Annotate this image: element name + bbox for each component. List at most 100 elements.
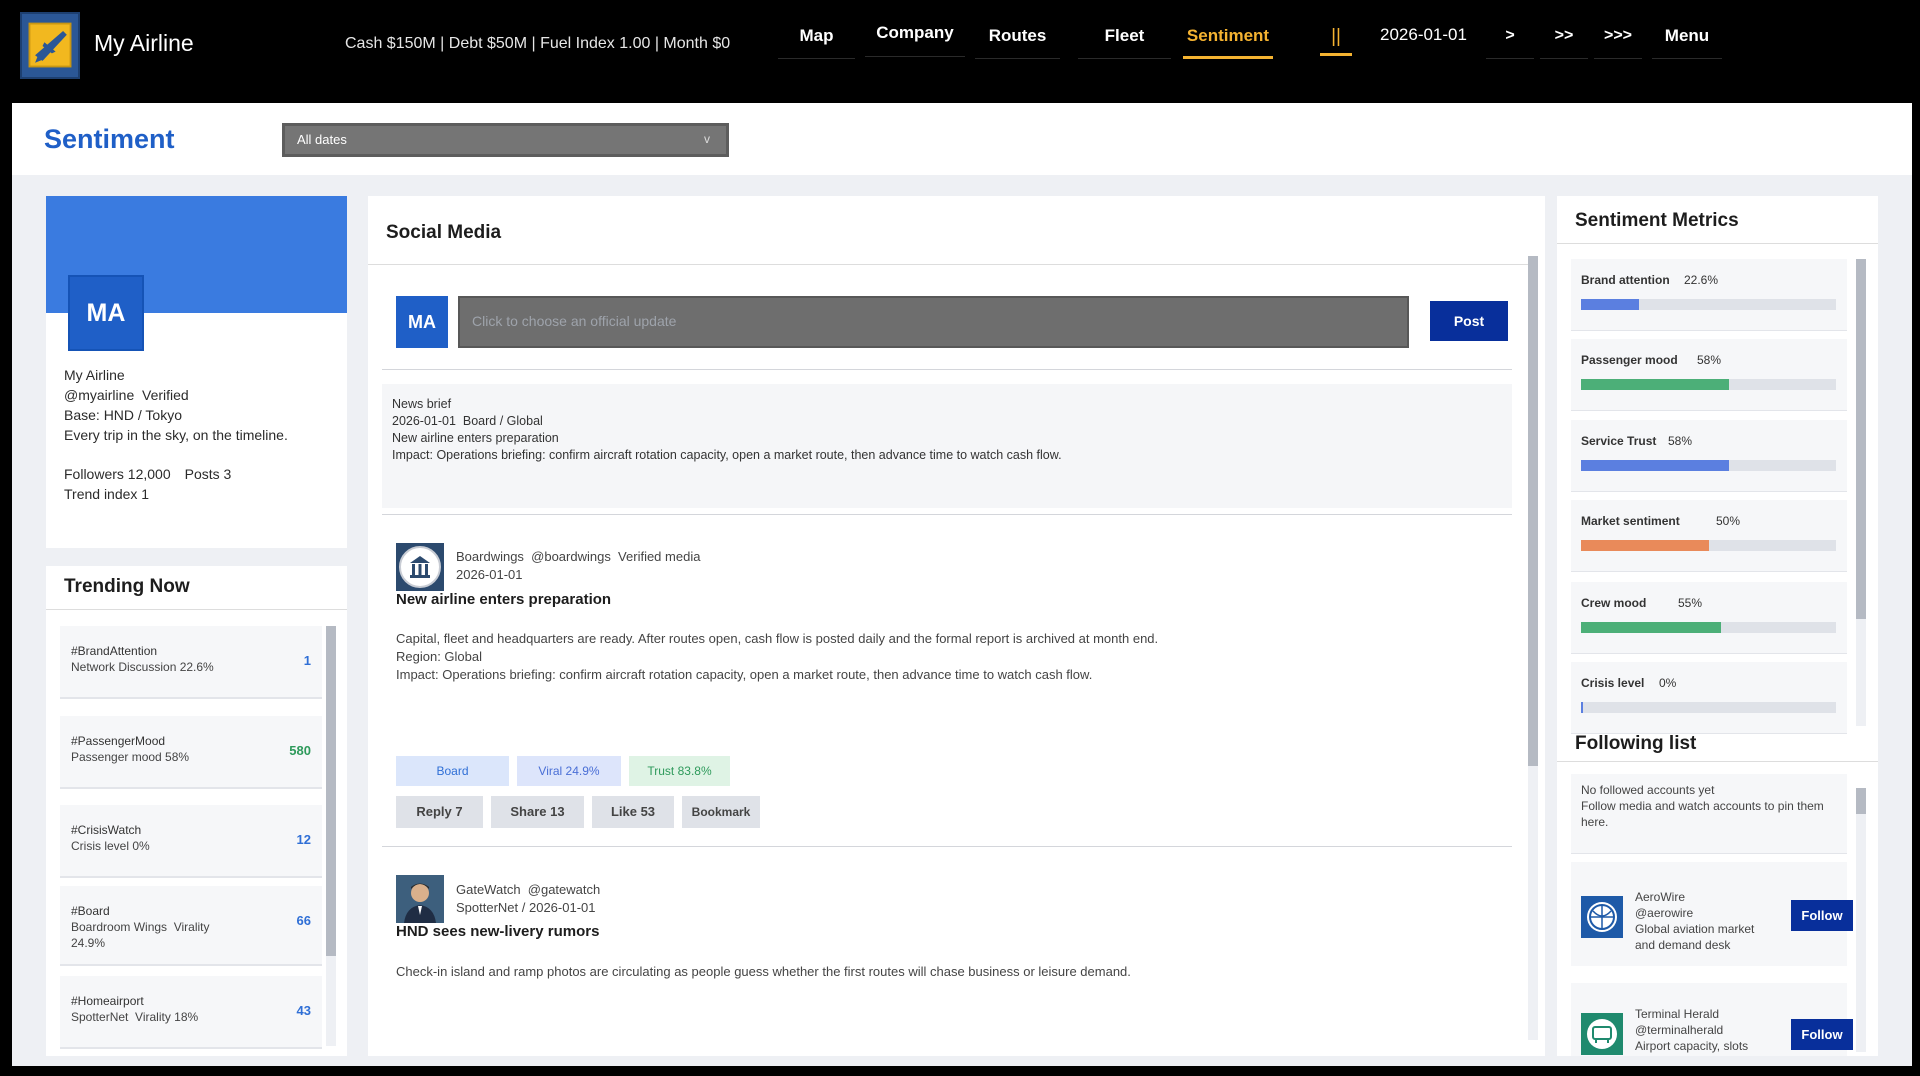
profile-name: My Airline [64,367,125,383]
following-scrollbar[interactable] [1856,788,1866,1052]
trending-count: 43 [296,1003,311,1018]
metric-market-sentiment: Market sentiment 50% [1571,500,1847,572]
profile-base: Base: HND / Tokyo [64,407,183,423]
post-button[interactable]: Post [1430,301,1508,341]
metric-bar [1581,379,1836,390]
nav-fleet[interactable]: Fleet [1078,25,1171,59]
profile-stats: Followers 12,000 Posts 3 Trend index 1 [64,464,231,504]
follow-button[interactable]: Follow [1791,900,1853,931]
profile-posts: Posts 3 [184,466,232,482]
scrollbar-thumb[interactable] [1528,256,1538,766]
post-region: Region: Global [396,649,482,664]
account-handle: @aerowire [1635,906,1694,920]
pause-button[interactable]: || [1320,26,1352,56]
post-body-text: Capital, fleet and headquarters are read… [396,631,1159,646]
scrollbar-thumb[interactable] [1856,788,1866,814]
post-meta: GateWatch @gatewatch SpotterNet / 2026-0… [456,881,600,917]
tag-board[interactable]: Board [396,756,509,786]
trending-detail: Network Discussion 22.6% [71,660,214,674]
metric-brand-attention: Brand attention 22.6% [1571,259,1847,331]
profile-card: MA My Airline @myairline Verified Base: … [46,196,347,548]
post-date: 2026-01-01 [456,567,523,582]
menu-button[interactable]: Menu [1652,25,1722,59]
nav-sentiment[interactable]: Sentiment [1183,25,1273,59]
trending-count: 12 [296,832,311,847]
like-button[interactable]: Like 53 [592,796,674,828]
post-body-text: Check-in island and ramp photos are circ… [396,964,1131,979]
date-filter-select[interactable]: All dates v [282,123,729,157]
metric-crisis-level: Crisis level 0% [1571,662,1847,734]
news-brief-impact: Impact: Operations briefing: confirm air… [392,448,1062,462]
trending-tag: #Board [71,904,110,918]
person-portrait-icon[interactable] [396,875,444,923]
trending-item[interactable]: #PassengerMood Passenger mood 58% 580 [60,716,322,789]
following-empty-state: No followed accounts yet Follow media an… [1571,774,1847,854]
speed-2-button[interactable]: >> [1540,25,1588,59]
metric-bar [1581,622,1836,633]
game-date: 2026-01-01 [1380,25,1467,44]
metric-bar [1581,702,1836,713]
feed-scrollbar[interactable] [1528,256,1538,1040]
sentiment-metrics-panel: Sentiment Metrics Brand attention 22.6% Pa… [1557,196,1878,1056]
trending-item[interactable]: #BrandAttention Network Discussion 22.6% 1 [60,626,322,699]
metric-value: 0% [1659,676,1677,690]
feed-title: Social Media [386,222,502,243]
official-update-input[interactable]: Click to choose an official update [458,296,1409,348]
metric-bar [1581,540,1836,551]
trending-scrollbar[interactable] [326,626,336,1046]
nav-company[interactable]: Company [865,23,965,57]
metrics-title: Sentiment Metrics [1575,210,1739,231]
profile-info: My Airline @myairline Verified Base: HND… [64,365,288,445]
share-button[interactable]: Share 13 [491,796,584,828]
post-meta: Boardwings @boardwings Verified media 20… [456,548,700,584]
account-handle: @terminalherald [1635,1023,1724,1037]
trending-item[interactable]: #Board Boardroom Wings Virality 24.9% 66 [60,886,322,966]
trending-title: Trending Now [64,576,190,597]
metric-service-trust: Service Trust 58% [1571,420,1847,492]
top-bar: My Airline Cash $150M | Debt $50M | Fuel… [0,0,1920,92]
profile-handle: @myairline Verified [64,387,189,403]
nav-map[interactable]: Map [778,25,855,59]
metrics-scrollbar[interactable] [1856,259,1866,726]
metric-label: Passenger mood [1581,353,1678,367]
trending-count: 580 [289,743,311,758]
speed-3-button[interactable]: >>> [1594,25,1642,59]
metric-bar [1581,299,1836,310]
trending-tag: #Homeairport [71,994,144,1008]
company-stats: Cash $150M | Debt $50M | Fuel Index 1.00… [345,35,731,52]
bank-building-icon[interactable] [396,543,444,591]
metric-bar [1581,460,1836,471]
follow-suggestion: Terminal Herald @terminalherald Airport … [1571,983,1853,1056]
metric-label: Crew mood [1581,596,1647,610]
post-body: Capital, fleet and headquarters are read… [396,630,1158,684]
divider [1557,761,1878,762]
account-name[interactable]: Terminal Herald [1635,1006,1777,1022]
trending-item[interactable]: #Homeairport SpotterNet Virality 18% 43 [60,976,322,1049]
page-header: Sentiment All dates v [12,103,1912,175]
nav-routes[interactable]: Routes [975,25,1060,59]
chevron-down-icon: v [704,132,710,146]
post-author[interactable]: Boardwings @boardwings Verified media [456,548,700,566]
divider [46,609,347,610]
airline-logo-icon [20,12,80,79]
news-brief: News brief 2026-01-01 Board / Global New… [382,384,1512,508]
post-headline: HND sees new-livery rumors [396,923,600,940]
trending-detail: Crisis level 0% [71,839,150,853]
post-date: SpotterNet / 2026-01-01 [456,900,596,915]
trending-item[interactable]: #CrisisWatch Crisis level 0% 12 [60,805,322,878]
bookmark-button[interactable]: Bookmark [682,796,760,828]
news-brief-headline: New airline enters preparation [392,431,559,445]
account-name[interactable]: AeroWire [1635,889,1777,905]
metric-crew-mood: Crew mood 55% [1571,582,1847,654]
post-author[interactable]: GateWatch @gatewatch [456,881,600,899]
metric-value: 50% [1716,514,1741,528]
scrollbar-thumb[interactable] [326,626,336,956]
tag-trust: Trust 83.8% [629,756,730,786]
reply-button[interactable]: Reply 7 [396,796,483,828]
follow-button[interactable]: Follow [1791,1019,1853,1050]
metric-value: 22.6% [1684,273,1719,287]
speed-1-button[interactable]: > [1486,25,1534,59]
metric-bar-fill [1581,702,1583,713]
scrollbar-thumb[interactable] [1856,259,1866,619]
metric-value: 58% [1668,434,1693,448]
